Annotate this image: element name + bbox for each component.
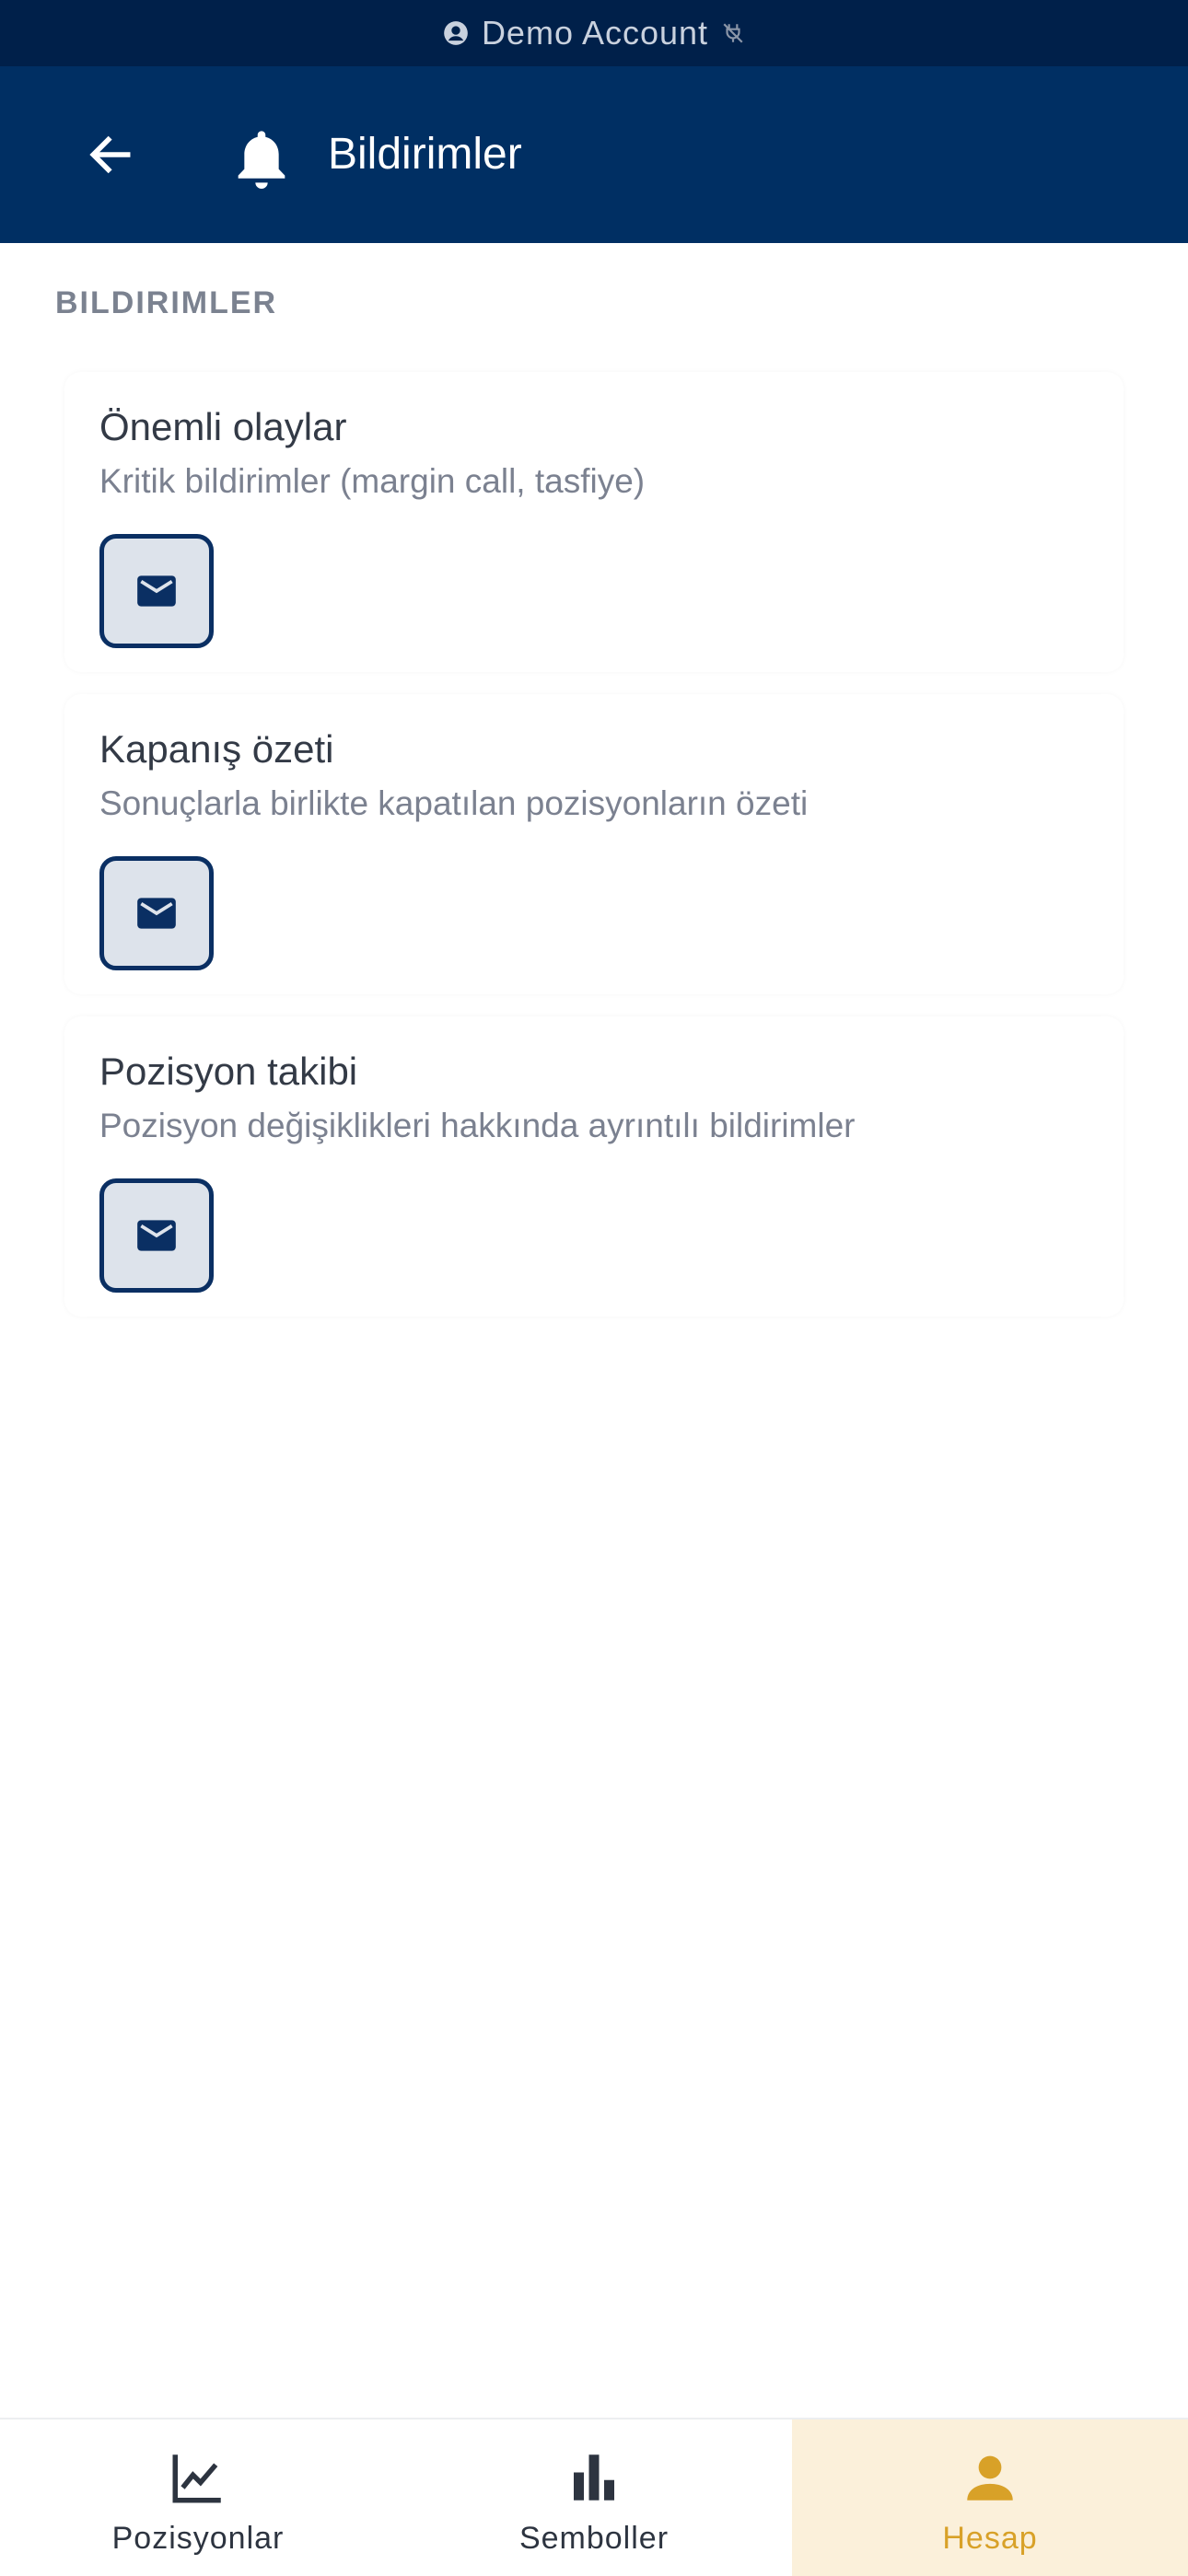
page-title: Bildirimler <box>328 130 522 179</box>
card-title: Kapanış özeti <box>99 727 334 771</box>
bottom-nav: Pozisyonlar Semboller Hesap <box>0 2418 1188 2576</box>
card-description: Pozisyon değişiklikleri hakkında ayrıntı… <box>99 1107 856 1144</box>
arrow-left-icon <box>89 135 131 174</box>
nav-label: Hesap <box>942 2521 1038 2556</box>
nav-label: Semboller <box>518 2521 670 2556</box>
connection-off-icon <box>723 23 743 43</box>
mail-icon <box>137 1220 176 1251</box>
status-bar: Demo Account <box>0 0 1188 66</box>
mail-icon <box>137 898 176 929</box>
account-circle-icon <box>444 21 468 45</box>
nav-label: Pozisyonlar <box>111 2521 285 2556</box>
nav-item-account[interactable]: Hesap <box>792 2419 1188 2576</box>
bell-icon <box>238 131 285 189</box>
notification-card-closing-summary: Kapanış özeti Sonuçlarla birlikte kapatı… <box>64 694 1124 994</box>
notification-card-important: Önemli olaylar Kritik bildirimler (margi… <box>64 372 1124 672</box>
account-label: Demo Account <box>481 14 709 52</box>
email-toggle-button[interactable] <box>99 1178 214 1293</box>
notification-card-position-tracking: Pozisyon takibi Pozisyon değişiklikleri … <box>64 1016 1124 1317</box>
line-chart-icon <box>172 2454 221 2503</box>
mail-icon <box>137 575 176 607</box>
nav-item-positions[interactable]: Pozisyonlar <box>0 2419 396 2576</box>
nav-item-symbols[interactable]: Semboller <box>396 2419 792 2576</box>
email-toggle-button[interactable] <box>99 534 214 648</box>
back-button[interactable] <box>74 118 147 191</box>
card-title: Pozisyon takibi <box>99 1050 358 1093</box>
bar-chart-icon <box>574 2454 614 2501</box>
card-description: Sonuçlarla birlikte kapatılan pozisyonla… <box>99 784 809 822</box>
app-bar: Bildirimler <box>0 66 1188 243</box>
person-icon <box>967 2455 1013 2501</box>
card-title: Önemli olaylar <box>99 405 347 448</box>
email-toggle-button[interactable] <box>99 856 214 970</box>
section-title: BILDIRIMLER <box>55 285 278 320</box>
card-description: Kritik bildirimler (margin call, tasfiye… <box>99 462 646 500</box>
